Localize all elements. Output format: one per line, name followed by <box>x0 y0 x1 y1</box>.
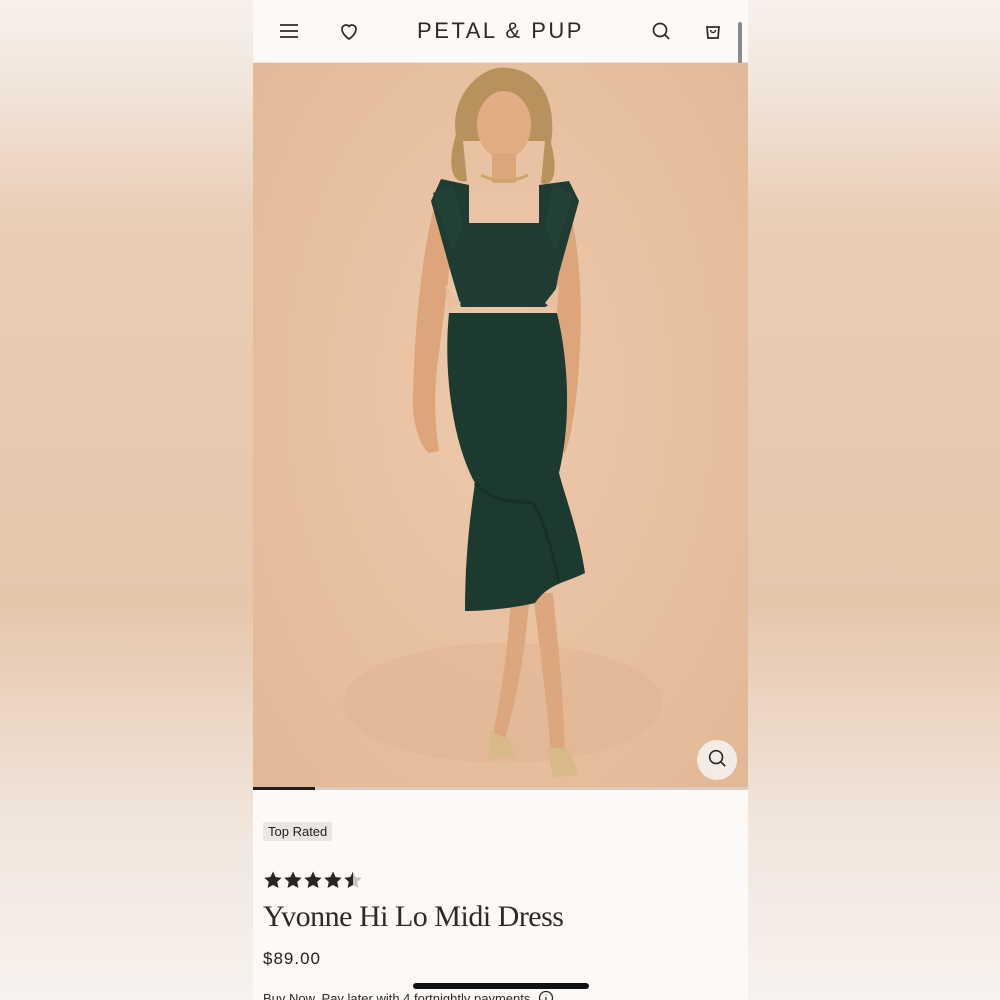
star-icon <box>344 871 362 888</box>
star-icon <box>264 871 282 888</box>
product-price: $89.00 <box>263 949 321 968</box>
zoom-button[interactable] <box>697 740 737 780</box>
home-indicator <box>413 983 589 989</box>
top-rated-badge: Top Rated <box>263 822 333 841</box>
gallery-progress <box>253 787 748 790</box>
pay-later-note: Buy Now, Pay later with 4 fortnightly pa… <box>263 990 554 1000</box>
background-blur-left <box>0 0 253 1000</box>
search-icon[interactable] <box>649 19 673 43</box>
gallery-progress-fill <box>253 787 315 790</box>
cart-icon[interactable] <box>701 19 725 43</box>
brand-logo[interactable]: PETAL & PUP <box>253 18 748 44</box>
model-illustration <box>343 67 663 777</box>
star-icon <box>284 871 302 888</box>
site-header: PETAL & PUP <box>253 0 748 160</box>
product-title: Yvonne Hi Lo Midi Dress <box>263 900 564 933</box>
rating-stars[interactable] <box>263 870 363 890</box>
mobile-screen: PETAL & PUP Top Rated Yvonne Hi Lo Midi … <box>253 0 748 1000</box>
product-image[interactable] <box>253 63 748 787</box>
background-blur-right <box>748 0 1000 1000</box>
zoom-icon <box>706 747 728 774</box>
pay-later-text: Buy Now, Pay later with 4 fortnightly pa… <box>263 990 531 1000</box>
info-icon[interactable] <box>538 990 554 1000</box>
star-icon <box>324 871 342 888</box>
star-icon <box>304 871 322 888</box>
